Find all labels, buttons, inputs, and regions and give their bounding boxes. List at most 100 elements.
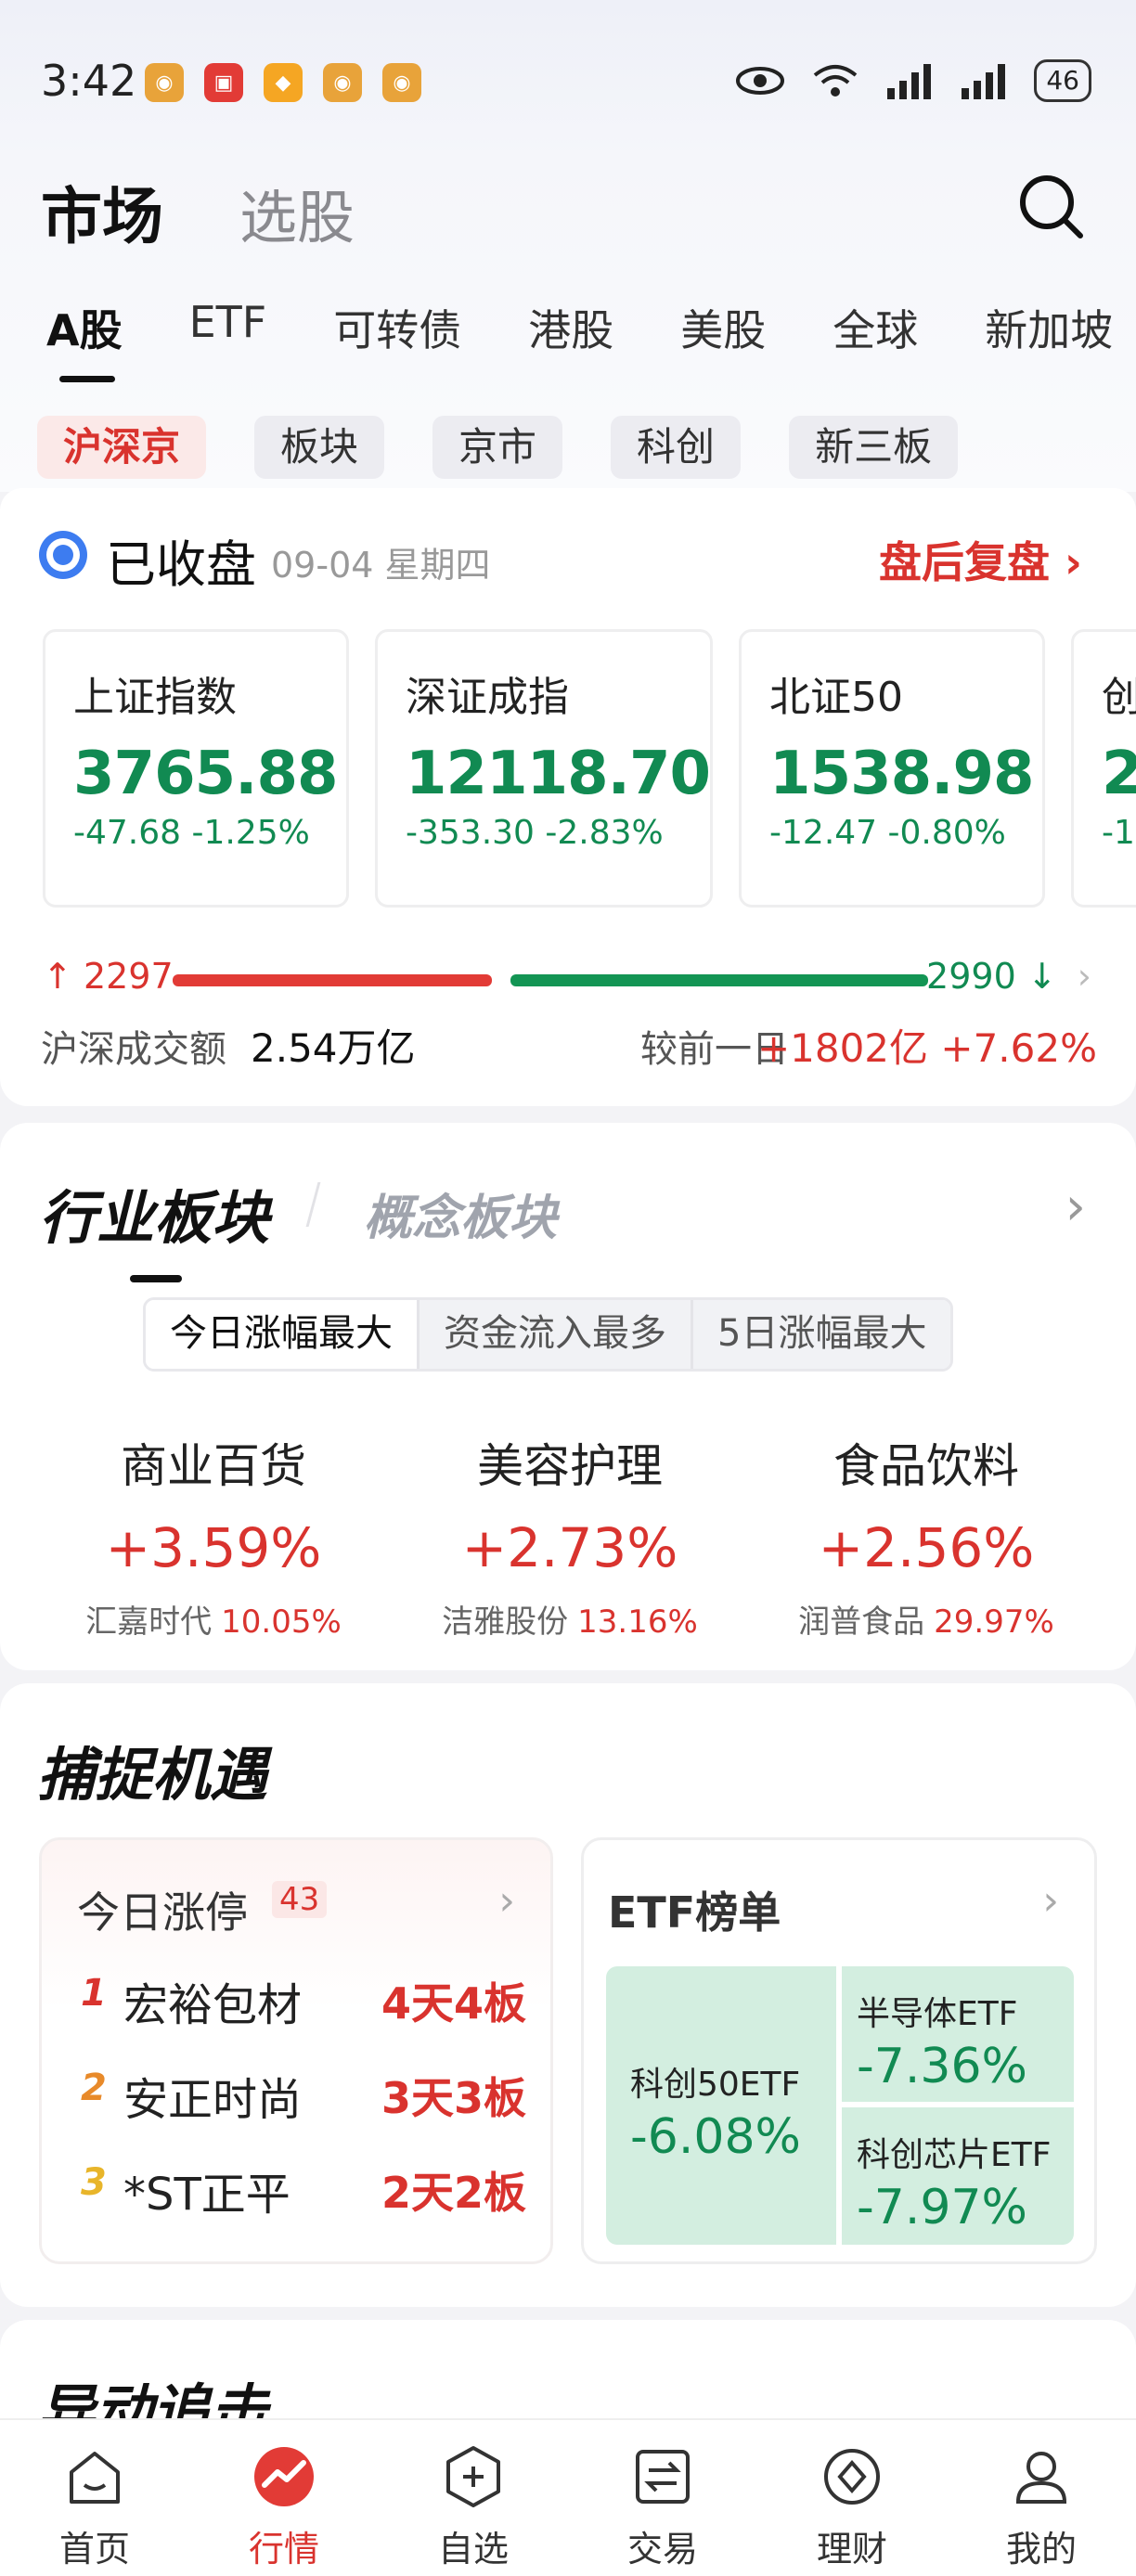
sector-item[interactable]: 美容护理 +2.73% 洁雅股份 13.16% [392, 1429, 748, 1642]
chevron-right-icon[interactable]: › [1042, 1877, 1059, 1925]
sector-item[interactable]: 食品饮料 +2.56% 润普食品 29.97% [748, 1429, 1104, 1642]
sub-tabs: 沪深京 板块 京市 科创 新三板 [37, 416, 959, 479]
nav-label: 理财 [816, 2529, 887, 2570]
chip-new-third-board[interactable]: 新三板 [789, 416, 959, 479]
chevron-right-icon: › [1077, 956, 1091, 997]
etf-ranking-panel[interactable]: ETF榜单 › 科创50ETF -6.08% 半导体ETF -7.36% 科创芯… [581, 1837, 1097, 2264]
market-breadth-bar[interactable]: ↑ 2297 2990 ↓ › [43, 956, 1091, 1002]
etf-tile[interactable]: 科创芯片ETF -7.97% [842, 2107, 1074, 2245]
leader-pct: 13.16% [577, 1604, 698, 1641]
tab-convertible-bonds[interactable]: 可转债 [333, 297, 461, 358]
tab-etf[interactable]: ETF [189, 297, 267, 358]
limit-streak: 4天4板 [381, 1978, 526, 2029]
market-closed-icon [39, 531, 87, 579]
opportunity-card: 捕捉机遇 今日涨停 43 › 1 宏裕包材 4天4板 2 安正时尚 3天3板 3… [0, 1683, 1136, 2307]
status-bar: 3:42 ◉ ▣ ◆ ◉ ◉ 46 [0, 0, 1136, 158]
tab-us-stocks[interactable]: 美股 [680, 297, 766, 358]
tab-industry-sectors[interactable]: 行业板块 [39, 1171, 269, 1282]
index-cards: 上证指数 3765.88 -47.68 -1.25% 深证成指 12118.70… [43, 629, 1136, 908]
nav-trade[interactable]: 交易 [568, 2420, 757, 2576]
etf-tile[interactable]: 半导体ETF -7.36% [842, 1966, 1074, 2102]
page-title[interactable]: 市场 [41, 167, 163, 256]
arrow-down-icon: ↓ [1026, 956, 1057, 997]
signal-icon [962, 64, 1006, 99]
chip-star-market[interactable]: 科创 [611, 416, 742, 479]
index-card-sse[interactable]: 上证指数 3765.88 -47.68 -1.25% [43, 629, 349, 908]
tab-concept-sectors[interactable]: 概念板块 [364, 1179, 557, 1248]
limit-up-title: 今日涨停 [77, 1887, 248, 1938]
signal-icon [887, 64, 932, 99]
tab-hk-stocks[interactable]: 港股 [528, 297, 613, 358]
sectors-card: 行业板块 概念板块 › 今日涨幅最大 资金流入最多 5日涨幅最大 商业百货 +3… [0, 1123, 1136, 1670]
post-market-review-link[interactable]: 盘后复盘 › [879, 529, 1082, 590]
nav-finance[interactable]: 理财 [757, 2420, 947, 2576]
chip-shanghai-shenzhen-beijing[interactable]: 沪深京 [37, 416, 207, 479]
index-card-bse50[interactable]: 北证50 1538.98 -12.47 -0.80% [739, 629, 1046, 908]
index-name: 深证成指 [406, 674, 569, 721]
segment-top-gainers[interactable]: 今日涨幅最大 [146, 1300, 417, 1369]
system-indicators: 46 [735, 59, 1091, 102]
sector-leader: 汇嘉时代 10.05% [35, 1596, 392, 1642]
stock-name: 宏裕包材 [123, 1979, 303, 2031]
nav-label: 自选 [437, 2529, 509, 2570]
limit-streak: 3天3板 [381, 2073, 526, 2123]
index-change: -12.47 -0.80% [769, 814, 1006, 852]
index-value: 1538.98 [769, 740, 1035, 808]
chevron-right-icon[interactable]: › [498, 1877, 515, 1925]
chip-beijing-market[interactable]: 京市 [432, 416, 563, 479]
segment-5day-gainers[interactable]: 5日涨幅最大 [691, 1300, 951, 1369]
etf-tile[interactable]: 科创50ETF -6.08% [606, 1966, 836, 2245]
market-status: 已收盘 [106, 535, 256, 594]
tab-stock-picker[interactable]: 选股 [239, 171, 355, 254]
nav-label: 我的 [1005, 2529, 1077, 2570]
sector-name: 美容护理 [477, 1439, 663, 1493]
etf-name: 半导体ETF [857, 1995, 1018, 2033]
prev-day-change: +1802亿 +7.62% [756, 1025, 1097, 1071]
sector-pct: +2.73% [461, 1516, 678, 1579]
list-item[interactable]: 3 *ST正平 2天2板 [81, 2157, 526, 2221]
status-time: 3:42 [41, 56, 137, 106]
limit-up-panel[interactable]: 今日涨停 43 › 1 宏裕包材 4天4板 2 安正时尚 3天3板 3 *ST正… [39, 1837, 553, 2264]
home-icon [70, 2452, 120, 2504]
sector-leader: 润普食品 29.97% [748, 1596, 1104, 1642]
index-card-szse[interactable]: 深证成指 12118.70 -353.30 -2.83% [375, 629, 714, 908]
huawei-icon: ▣ [204, 63, 243, 102]
search-icon[interactable] [1013, 169, 1088, 243]
limit-streak: 2天2板 [381, 2168, 526, 2218]
bottom-nav: 首页 行情 自选 交易 理财 我的 [0, 2418, 1136, 2576]
leader-name: 洁雅股份 [442, 1604, 569, 1641]
index-name: 北证50 [769, 674, 904, 721]
battery-indicator: 46 [1034, 59, 1091, 102]
index-value: 12118.70 [406, 740, 711, 808]
notification-icons: ◉ ▣ ◆ ◉ ◉ [145, 63, 421, 102]
nav-profile[interactable]: 我的 [947, 2420, 1136, 2576]
tab-singapore[interactable]: 新加坡 [985, 297, 1113, 358]
list-item[interactable]: 1 宏裕包材 4天4板 [81, 1968, 526, 2031]
nav-market[interactable]: 行情 [189, 2420, 379, 2576]
advancers-count: ↑ 2297 [43, 956, 174, 997]
decliners-value: 2990 [926, 956, 1016, 997]
index-change: -353.30 -2.83% [406, 814, 664, 852]
chevron-right-icon[interactable]: › [1065, 1177, 1086, 1237]
limit-up-count-badge: 43 [272, 1881, 328, 1918]
chip-sectors[interactable]: 板块 [254, 416, 385, 479]
watchlist-icon [446, 2446, 500, 2507]
arrow-up-icon: ↑ [43, 956, 72, 997]
index-value: 2776 [1102, 740, 1136, 808]
divider [305, 1182, 321, 1227]
sector-name: 商业百货 [121, 1439, 306, 1493]
etf-pct: -7.36% [857, 2039, 1027, 2094]
list-item[interactable]: 2 安正时尚 3天3板 [81, 2063, 526, 2126]
sector-item[interactable]: 商业百货 +3.59% 汇嘉时代 10.05% [35, 1429, 392, 1642]
index-card-chinext[interactable]: 创业板指 2776 -123 [1071, 629, 1136, 908]
sector-leader: 洁雅股份 13.16% [392, 1596, 748, 1642]
nav-watchlist[interactable]: 自选 [379, 2420, 568, 2576]
rank-number: 2 [81, 2067, 107, 2109]
nav-home[interactable]: 首页 [0, 2420, 189, 2576]
weibo-icon: ◉ [145, 63, 184, 102]
tab-a-shares[interactable]: A股 [46, 297, 123, 382]
tab-global[interactable]: 全球 [833, 297, 918, 358]
app-icon: ◆ [264, 63, 303, 102]
leader-pct: 29.97% [934, 1604, 1054, 1641]
segment-top-inflow[interactable]: 资金流入最多 [417, 1300, 691, 1369]
